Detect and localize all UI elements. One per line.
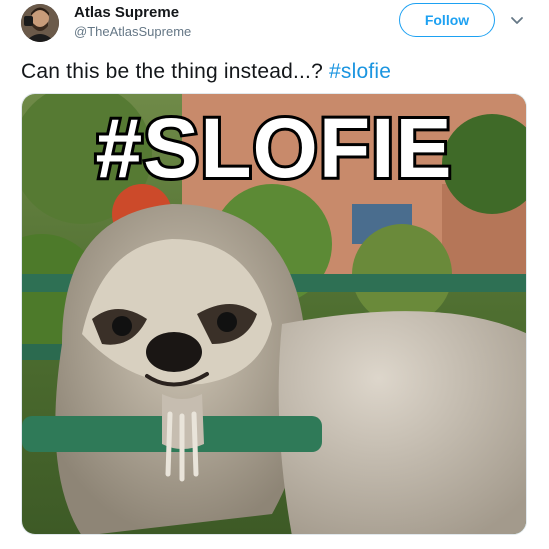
tweet-text: Can this be the thing instead...? #slofi… — [21, 60, 391, 84]
author-handle[interactable]: @TheAtlasSupreme — [74, 24, 191, 39]
tweet-media-image[interactable]: #SLOFIE — [21, 93, 527, 535]
meme-caption: #SLOFIE — [92, 101, 454, 195]
hashtag-link[interactable]: #slofie — [329, 60, 391, 83]
chevron-down-icon[interactable] — [508, 12, 526, 30]
avatar[interactable] — [21, 4, 59, 42]
follow-button[interactable]: Follow — [399, 3, 495, 37]
tweet-text-body: Can this be the thing instead...? — [21, 60, 329, 83]
tweet-header: Atlas Supreme @TheAtlasSupreme Follow — [0, 0, 549, 50]
author-name[interactable]: Atlas Supreme — [74, 4, 179, 21]
